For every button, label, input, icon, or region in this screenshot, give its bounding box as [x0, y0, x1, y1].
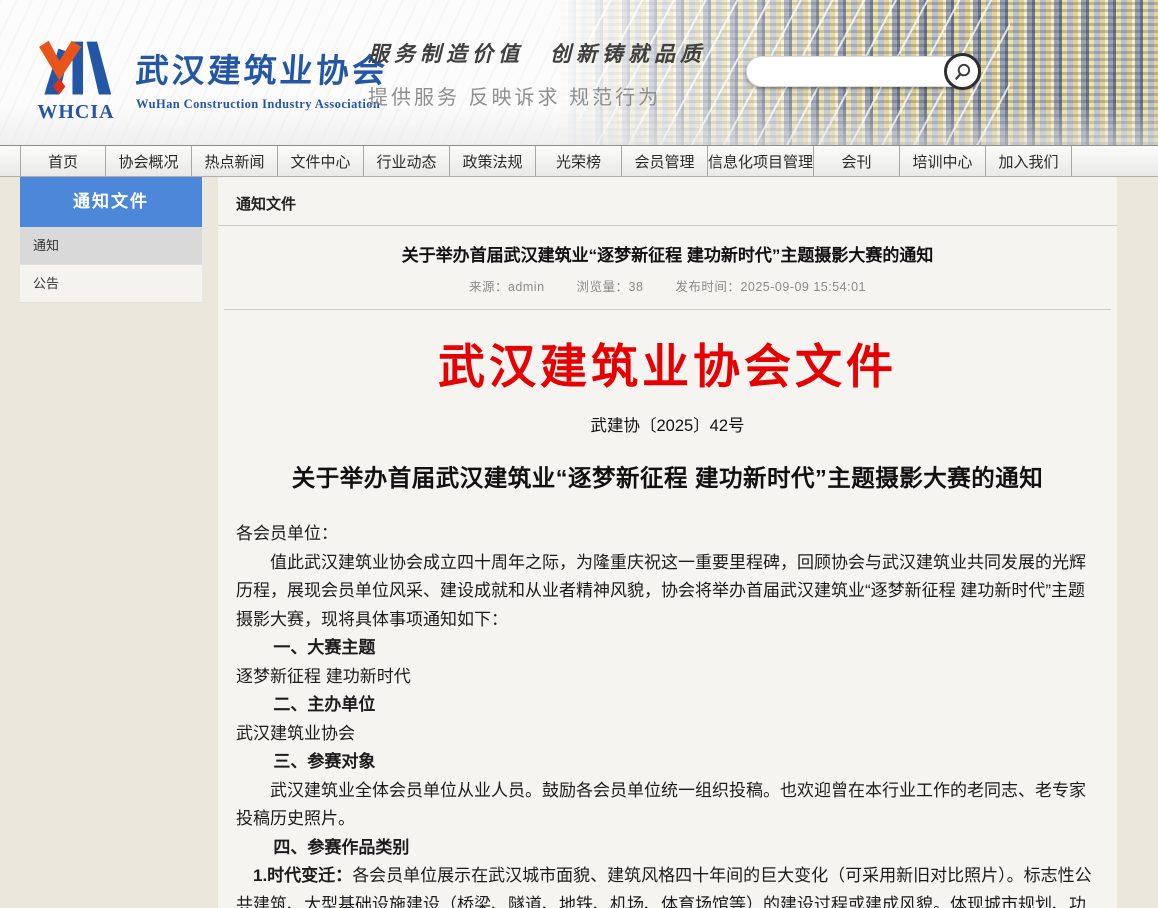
- org-name-english: WuHan Construction Industry Association: [136, 97, 388, 112]
- document-title: 关于举办首届武汉建筑业“逐梦新征程 建功新时代”主题摄影大赛的通知: [236, 459, 1099, 493]
- nav-item-industry-trends[interactable]: 行业动态: [364, 146, 450, 176]
- nav-item-honor-roll[interactable]: 光荣榜: [536, 146, 622, 176]
- content-panel: 通知文件 关于举办首届武汉建筑业“逐梦新征程 建功新时代”主题摄影大赛的通知 来…: [218, 177, 1117, 908]
- nav-item-hot-news[interactable]: 热点新闻: [192, 146, 278, 176]
- paragraph-intro: 值此武汉建筑业协会成立四十周年之际，为隆重庆祝这一重要里程碑，回顾协会与武汉建筑…: [236, 549, 1099, 635]
- section-heading-1: 一、大赛主题: [236, 634, 1099, 663]
- nav-item-policies[interactable]: 政策法规: [450, 146, 536, 176]
- paragraph-salutation: 各会员单位：: [236, 520, 1099, 549]
- org-name-chinese: 武汉建筑业协会: [134, 44, 389, 92]
- paragraph-organizer: 武汉建筑业协会: [236, 720, 1099, 749]
- paragraph-theme: 逐梦新征程 建功新时代: [236, 663, 1099, 692]
- article-title: 关于举办首届武汉建筑业“逐梦新征程 建功新时代”主题摄影大赛的通知: [236, 241, 1099, 266]
- section-heading-3: 三、参赛对象: [236, 748, 1099, 777]
- article-meta: 来源：admin 浏览量：38 发布时间：2025-09-09 15:54:01: [236, 276, 1099, 295]
- meta-publish-time: 发布时间：2025-09-09 15:54:01: [675, 280, 866, 294]
- paragraph-participants: 武汉建筑业全体会员单位从业人员。鼓励各会员单位统一组织投稿。也欢迎曾在本行业工作…: [236, 777, 1099, 834]
- document-number: 武建协〔2025〕42号: [236, 412, 1099, 436]
- site-logo[interactable]: WHCIA 武汉建筑业协会 WuHan Construction Industr…: [30, 24, 388, 124]
- sidebar-item-announcements[interactable]: 公告: [20, 265, 202, 303]
- section-heading-2: 二、主办单位: [236, 691, 1099, 720]
- official-document-masthead: 武汉建筑业协会文件: [236, 328, 1099, 397]
- nav-item-it-project-management[interactable]: 信息化项目管理: [708, 146, 814, 176]
- header-slogans: 服务制造价值 创新铸就品质 提供服务 反映诉求 规范行为: [368, 38, 706, 110]
- paragraph-category-1: 1.时代变迁：各会员单位展示在武汉城市面貌、建筑风格四十年间的巨大变化（可采用新…: [236, 862, 1099, 908]
- nav-item-join-us[interactable]: 加入我们: [986, 146, 1072, 176]
- site-header: WHCIA 武汉建筑业协会 WuHan Construction Industr…: [0, 0, 1158, 145]
- page-body: 通知文件 通知 公告 通知文件 关于举办首届武汉建筑业“逐梦新征程 建功新时代”…: [0, 177, 1158, 908]
- search-bar: [746, 56, 978, 87]
- sidebar-menu: 通知文件 通知 公告: [20, 177, 202, 303]
- document-body: 各会员单位： 值此武汉建筑业协会成立四十周年之际，为隆重庆祝这一重要里程碑，回顾…: [236, 520, 1099, 908]
- nav-item-about[interactable]: 协会概况: [106, 146, 192, 176]
- logo-text-block: 武汉建筑业协会 WuHan Construction Industry Asso…: [136, 24, 388, 112]
- main-navigation: 首页 协会概况 热点新闻 文件中心 行业动态 政策法规 光荣榜 会员管理 信息化…: [0, 145, 1158, 177]
- divider: [224, 309, 1111, 310]
- logo-acronym: WHCIA: [30, 101, 122, 124]
- nav-item-home[interactable]: 首页: [20, 146, 106, 176]
- section-breadcrumb: 通知文件: [236, 177, 1099, 225]
- sidebar-title: 通知文件: [20, 177, 202, 227]
- nav-item-journal[interactable]: 会刊: [814, 146, 900, 176]
- search-icon: [953, 62, 972, 81]
- nav-item-member-management[interactable]: 会员管理: [622, 146, 708, 176]
- sidebar-item-notices[interactable]: 通知: [20, 227, 202, 265]
- section-heading-4: 四、参赛作品类别: [236, 834, 1099, 863]
- slogan-line-2: 提供服务 反映诉求 规范行为: [368, 81, 706, 110]
- slogan-line-1: 服务制造价值 创新铸就品质: [368, 38, 706, 68]
- association-logo-icon: WHCIA: [30, 24, 122, 124]
- divider: [218, 225, 1117, 226]
- meta-source: 来源：admin: [469, 280, 545, 294]
- nav-item-document-center[interactable]: 文件中心: [278, 146, 364, 176]
- search-button[interactable]: [944, 53, 981, 90]
- nav-item-training-center[interactable]: 培训中心: [900, 146, 986, 176]
- meta-views: 浏览量：38: [577, 280, 644, 294]
